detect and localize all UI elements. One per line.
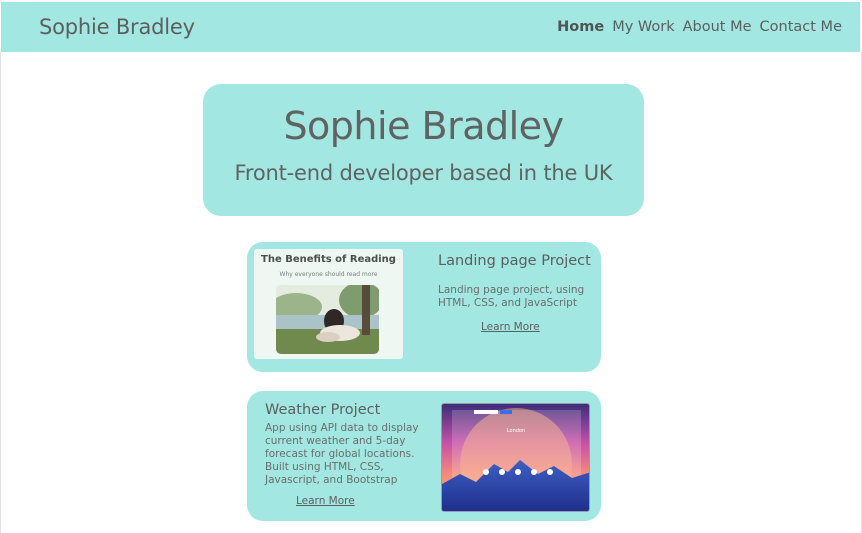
project-title: Weather Project [265,402,381,418]
brand-name[interactable]: Sophie Bradley [39,15,195,39]
description-line: Javascript, and Bootstrap [265,474,398,486]
weather-app-thumbnail[interactable]: London [441,403,590,512]
nav-links: Home My Work About Me Contact Me [557,19,842,35]
description-line: Built using HTML, CSS, [265,461,384,473]
description-line: HTML, CSS, and JavaScript [438,297,577,309]
description-line: Landing page project, using [438,284,585,296]
nav-link-about-me[interactable]: About Me [683,19,752,35]
nav-link-my-work[interactable]: My Work [612,19,674,35]
project-description: App using API data to display current we… [265,422,419,487]
nav-link-contact-me[interactable]: Contact Me [760,19,842,35]
project-description: Landing page project, using HTML, CSS, a… [438,284,584,310]
top-navbar: Sophie Bradley Home My Work About Me Con… [1,2,860,52]
project-title: Landing page Project [438,253,591,269]
project-card-landing-page: The Benefits of Reading Why everyone sho… [247,242,601,372]
description-line: App using API data to display [265,422,419,434]
learn-more-link[interactable]: Learn More [481,321,540,333]
weather-city: London [507,428,525,434]
hero-title: Sophie Bradley [283,104,564,148]
thumbnail-subtitle: Why everyone should read more [279,271,378,278]
description-line: current weather and 5-day [265,435,406,447]
project-card-weather: Weather Project App using API data to di… [247,391,601,521]
hero-banner: Sophie Bradley Front-end developer based… [203,84,644,216]
learn-more-link[interactable]: Learn More [296,495,355,507]
description-line: forecast for global locations. [265,448,415,460]
landing-page-thumbnail[interactable]: The Benefits of Reading Why everyone sho… [254,249,403,359]
reading-photo-image [276,285,379,354]
page-border-left [0,52,1,533]
hero-subtitle: Front-end developer based in the UK [234,161,613,185]
thumbnail-title: The Benefits of Reading [261,254,396,265]
nav-link-home[interactable]: Home [557,19,604,35]
